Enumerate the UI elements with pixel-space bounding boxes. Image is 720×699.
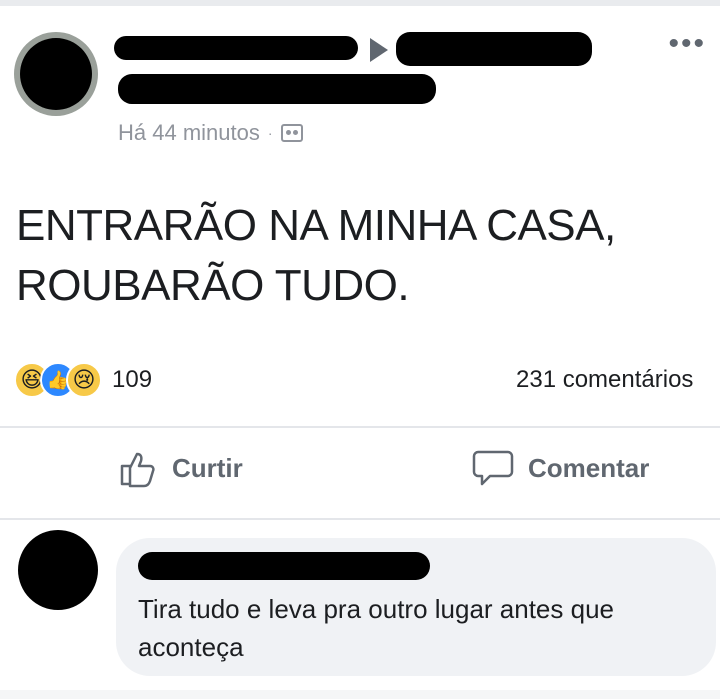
comment-label: Comentar [528,452,650,483]
more-options-icon[interactable]: ••• [668,29,706,59]
bottom-edge [0,690,720,699]
author-avatar[interactable] [14,32,98,116]
post-timestamp[interactable]: Há 44 minutos [118,120,260,146]
commenter-name-redaction[interactable] [138,552,430,580]
avatar-redaction [20,38,92,110]
post-text: ENTRARÃO NA MINHA CASA, ROUBARÃO TUDO. [16,196,706,316]
comment-button[interactable]: Comentar [472,448,649,488]
target-name-redaction[interactable] [396,32,592,66]
target-name-line2-redaction[interactable] [118,74,436,104]
divider-top [0,426,720,428]
divider-bottom [0,518,720,520]
comment-text: Tira tudo e leva pra outro lugar antes q… [138,594,614,662]
post-text-line-2: ROUBARÃO TUDO. [16,261,410,310]
like-label: Curtir [172,452,243,483]
reaction-count[interactable]: 109 [112,366,152,394]
author-name-redaction[interactable] [114,36,358,60]
meta-separator: · [267,125,273,141]
reactions-summary[interactable]: 😆 👍 😢 109 [14,362,152,398]
top-border [0,0,720,6]
thumbs-up-icon [120,452,155,488]
comment-icon [472,450,514,486]
comment-bubble: Tira tudo e leva pra outro lugar antes q… [116,538,716,676]
post-text-line-1: ENTRARÃO NA MINHA CASA, [16,201,616,250]
comment-count[interactable]: 231 comentários [516,366,693,394]
post-meta: Há 44 minutos · [118,120,303,146]
commenter-avatar[interactable] [18,530,98,610]
like-button[interactable]: Curtir [118,448,243,488]
sad-emoji-icon: 😢 [66,362,102,398]
public-audience-icon [280,124,303,142]
shared-to-arrow-icon [370,38,388,62]
